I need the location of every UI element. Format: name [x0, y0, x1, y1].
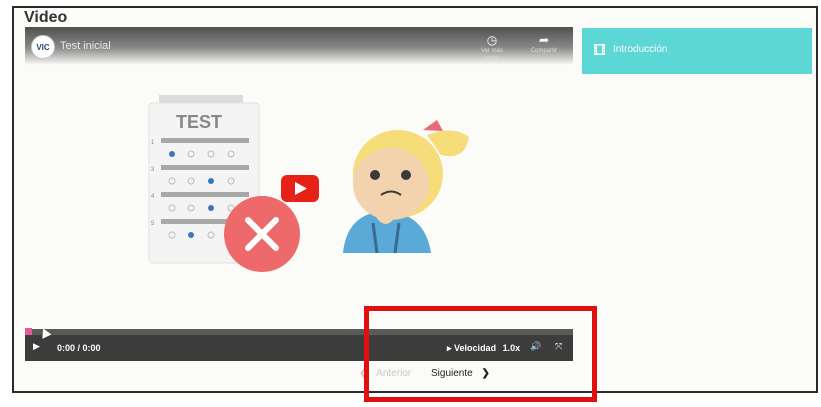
page-title: Video: [24, 9, 68, 26]
share-button[interactable]: ➦ Compartir: [529, 33, 559, 55]
play-icon[interactable]: ▶: [33, 341, 40, 352]
thumbnail-test-text: TEST: [176, 112, 222, 132]
share-label: Compartir: [530, 48, 558, 54]
girl-face: [353, 148, 429, 220]
film-icon: [594, 44, 605, 55]
sidebar-item-introduccion[interactable]: Introducción: [582, 28, 812, 74]
highlight-box: [364, 306, 597, 402]
video-top-bar: VIC Test inicial ◷ Ver más tarde ➦ Compa…: [25, 27, 573, 65]
time-display: 0:00 / 0:00: [57, 343, 101, 353]
sidebar-item-label: Introducción: [613, 44, 668, 55]
watch-later-button[interactable]: ◷ Ver más tarde: [477, 33, 507, 63]
watch-later-label: Ver más tarde: [480, 48, 503, 62]
share-icon: ➦: [538, 33, 550, 47]
video-title[interactable]: Test inicial: [60, 40, 111, 52]
progress-knob[interactable]: [25, 328, 32, 335]
clock-icon: ◷: [486, 33, 498, 47]
channel-logo[interactable]: VIC: [31, 35, 55, 59]
